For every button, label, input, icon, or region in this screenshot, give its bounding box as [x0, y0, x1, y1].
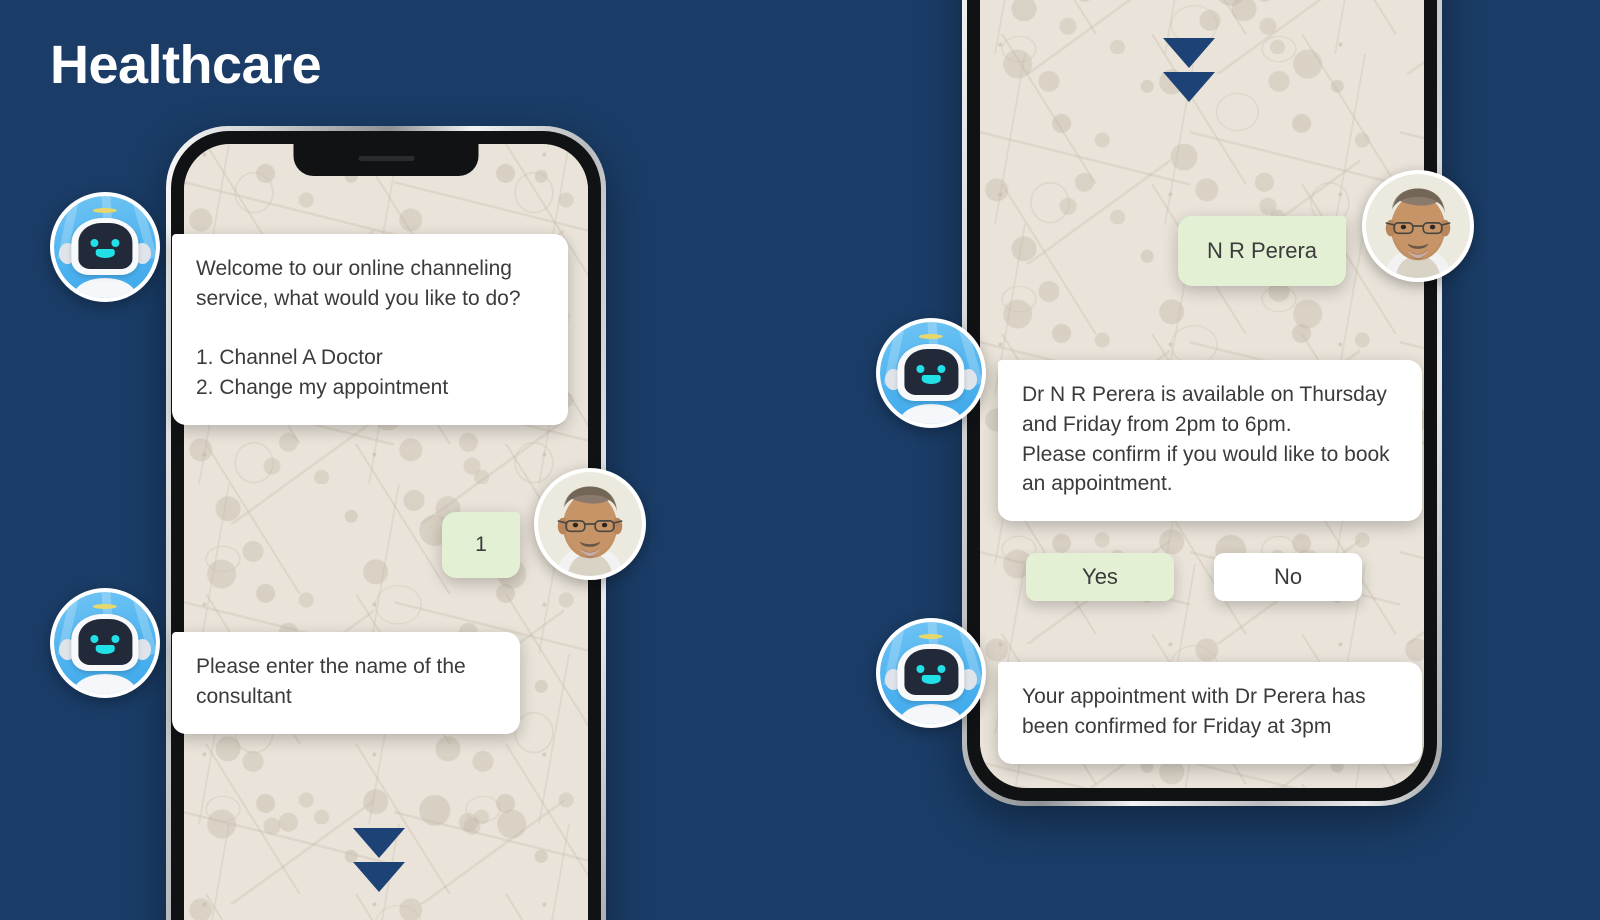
user-avatar [1362, 170, 1474, 282]
chevron-down-icon [1163, 38, 1215, 68]
bot-avatar-icon [876, 318, 986, 428]
user-avatar [534, 468, 646, 580]
user-portrait-illustration [1366, 174, 1470, 278]
bot-avatar-icon [876, 618, 986, 728]
scroll-down-arrows-left[interactable] [353, 828, 405, 892]
chevron-down-icon [353, 828, 405, 858]
notch-speaker-icon [358, 156, 414, 161]
page-title: Healthcare [50, 35, 322, 95]
chat-bubble-user-consultant-name: N R Perera [1178, 216, 1346, 286]
phone-notch-left [293, 144, 479, 176]
chevron-down-icon [353, 862, 405, 892]
chat-bubble-bot-ask-consultant: Please enter the name of the consultant [172, 632, 520, 734]
chat-bubble-user-choice: 1 [442, 512, 520, 578]
user-portrait-illustration [538, 472, 642, 576]
scroll-down-arrows-right[interactable] [1163, 38, 1215, 102]
chat-bubble-bot-confirmation: Your appointment with Dr Perera has been… [998, 662, 1422, 764]
chat-bubble-bot-availability: Dr N R Perera is available on Thursday a… [998, 360, 1422, 522]
bot-avatar-icon [50, 192, 160, 302]
bot-avatar-icon [50, 588, 160, 698]
chevron-down-icon [1163, 72, 1215, 102]
chat-bubble-bot-welcome: Welcome to our online channeling service… [172, 234, 568, 426]
quick-reply-no-button[interactable]: No [1214, 553, 1362, 601]
quick-reply-yes-button[interactable]: Yes [1026, 553, 1174, 601]
